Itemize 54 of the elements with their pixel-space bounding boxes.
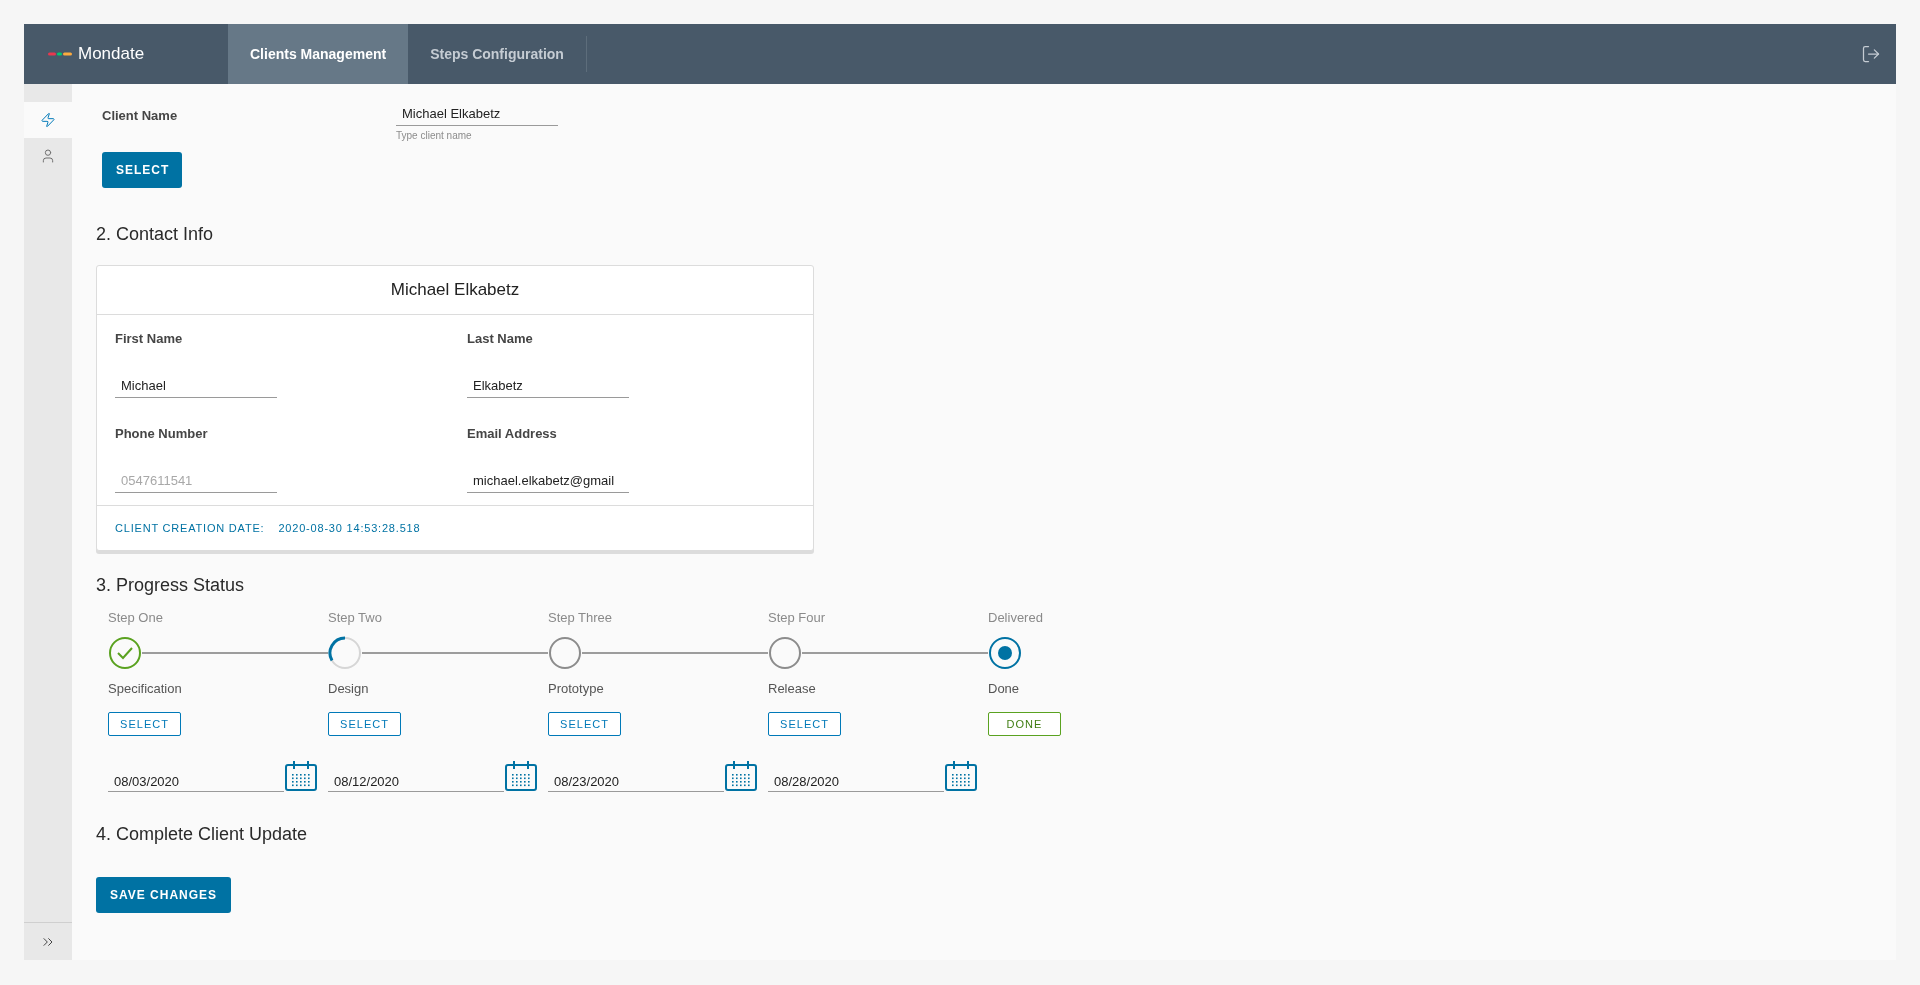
app-name: Mondate — [78, 44, 145, 64]
date-field[interactable]: 08/23/2020 — [548, 774, 724, 792]
calendar-icon[interactable] — [284, 760, 318, 792]
client-name-field[interactable]: Michael Elkabetz — [396, 102, 558, 126]
creation-date-value: 2020-08-30 14:53:28.518 — [278, 522, 421, 534]
select-button[interactable]: SELECT — [102, 152, 182, 188]
creation-date-label: CLIENT CREATION DATE: — [115, 522, 265, 534]
section-heading: 4. Complete Client Update — [96, 824, 309, 845]
step-title: Step Two — [328, 610, 383, 625]
section-heading: 2. Contact Info — [96, 224, 215, 245]
select-button[interactable]: SELECT — [548, 712, 621, 736]
step-title: Step Three — [548, 610, 614, 625]
helper-text: Type client name — [396, 130, 473, 141]
step-name: Prototype — [548, 681, 605, 696]
step-name: Done — [988, 681, 1021, 696]
date-field[interactable]: 08/12/2020 — [328, 774, 504, 792]
text-field[interactable]: michael.elkabetz@gmail — [467, 469, 629, 493]
lightning-icon — [40, 112, 56, 128]
user-icon — [40, 148, 56, 164]
step-name: Design — [328, 681, 370, 696]
section-heading: 3. Progress Status — [96, 575, 246, 596]
field-label: Last Name — [467, 331, 534, 346]
step-title: Delivered — [988, 610, 1044, 625]
empty-circle-icon — [768, 636, 802, 670]
logo-icon — [48, 51, 72, 57]
select-button[interactable]: SELECT — [768, 712, 841, 736]
field-label: Client Name — [102, 108, 178, 123]
field-label: Email Address — [467, 426, 558, 441]
calendar-icon[interactable] — [944, 760, 978, 792]
step-name: Specification — [108, 681, 183, 696]
done-button[interactable]: DONE — [988, 712, 1061, 736]
logout-icon[interactable] — [1861, 44, 1881, 64]
card-title: Michael Elkabetz — [97, 266, 813, 315]
text-field[interactable]: 0547611541 — [115, 469, 277, 493]
text-field[interactable]: Michael — [115, 374, 277, 398]
nav-tab[interactable]: Clients Management — [228, 24, 409, 84]
step-title: Step Four — [768, 610, 827, 625]
field-label: Phone Number — [115, 426, 209, 441]
step-name: Release — [768, 681, 817, 696]
calendar-icon[interactable] — [724, 760, 758, 792]
calendar-icon[interactable] — [504, 760, 538, 792]
date-field[interactable]: 08/03/2020 — [108, 774, 284, 792]
save-changes-button[interactable]: SAVE CHANGES — [96, 877, 232, 913]
select-button[interactable]: SELECT — [108, 712, 181, 736]
check-circle-icon — [108, 636, 142, 670]
select-button[interactable]: SELECT — [328, 712, 401, 736]
field-label: First Name — [115, 331, 184, 346]
text-field[interactable]: Elkabetz — [467, 374, 629, 398]
radio-circle-icon — [988, 636, 1022, 670]
nav-tab[interactable]: Steps Configuration — [408, 36, 587, 72]
date-field[interactable]: 08/28/2020 — [768, 774, 944, 792]
progress-circle-icon — [328, 636, 362, 670]
step-title: Step One — [108, 610, 164, 625]
empty-circle-icon — [548, 636, 582, 670]
